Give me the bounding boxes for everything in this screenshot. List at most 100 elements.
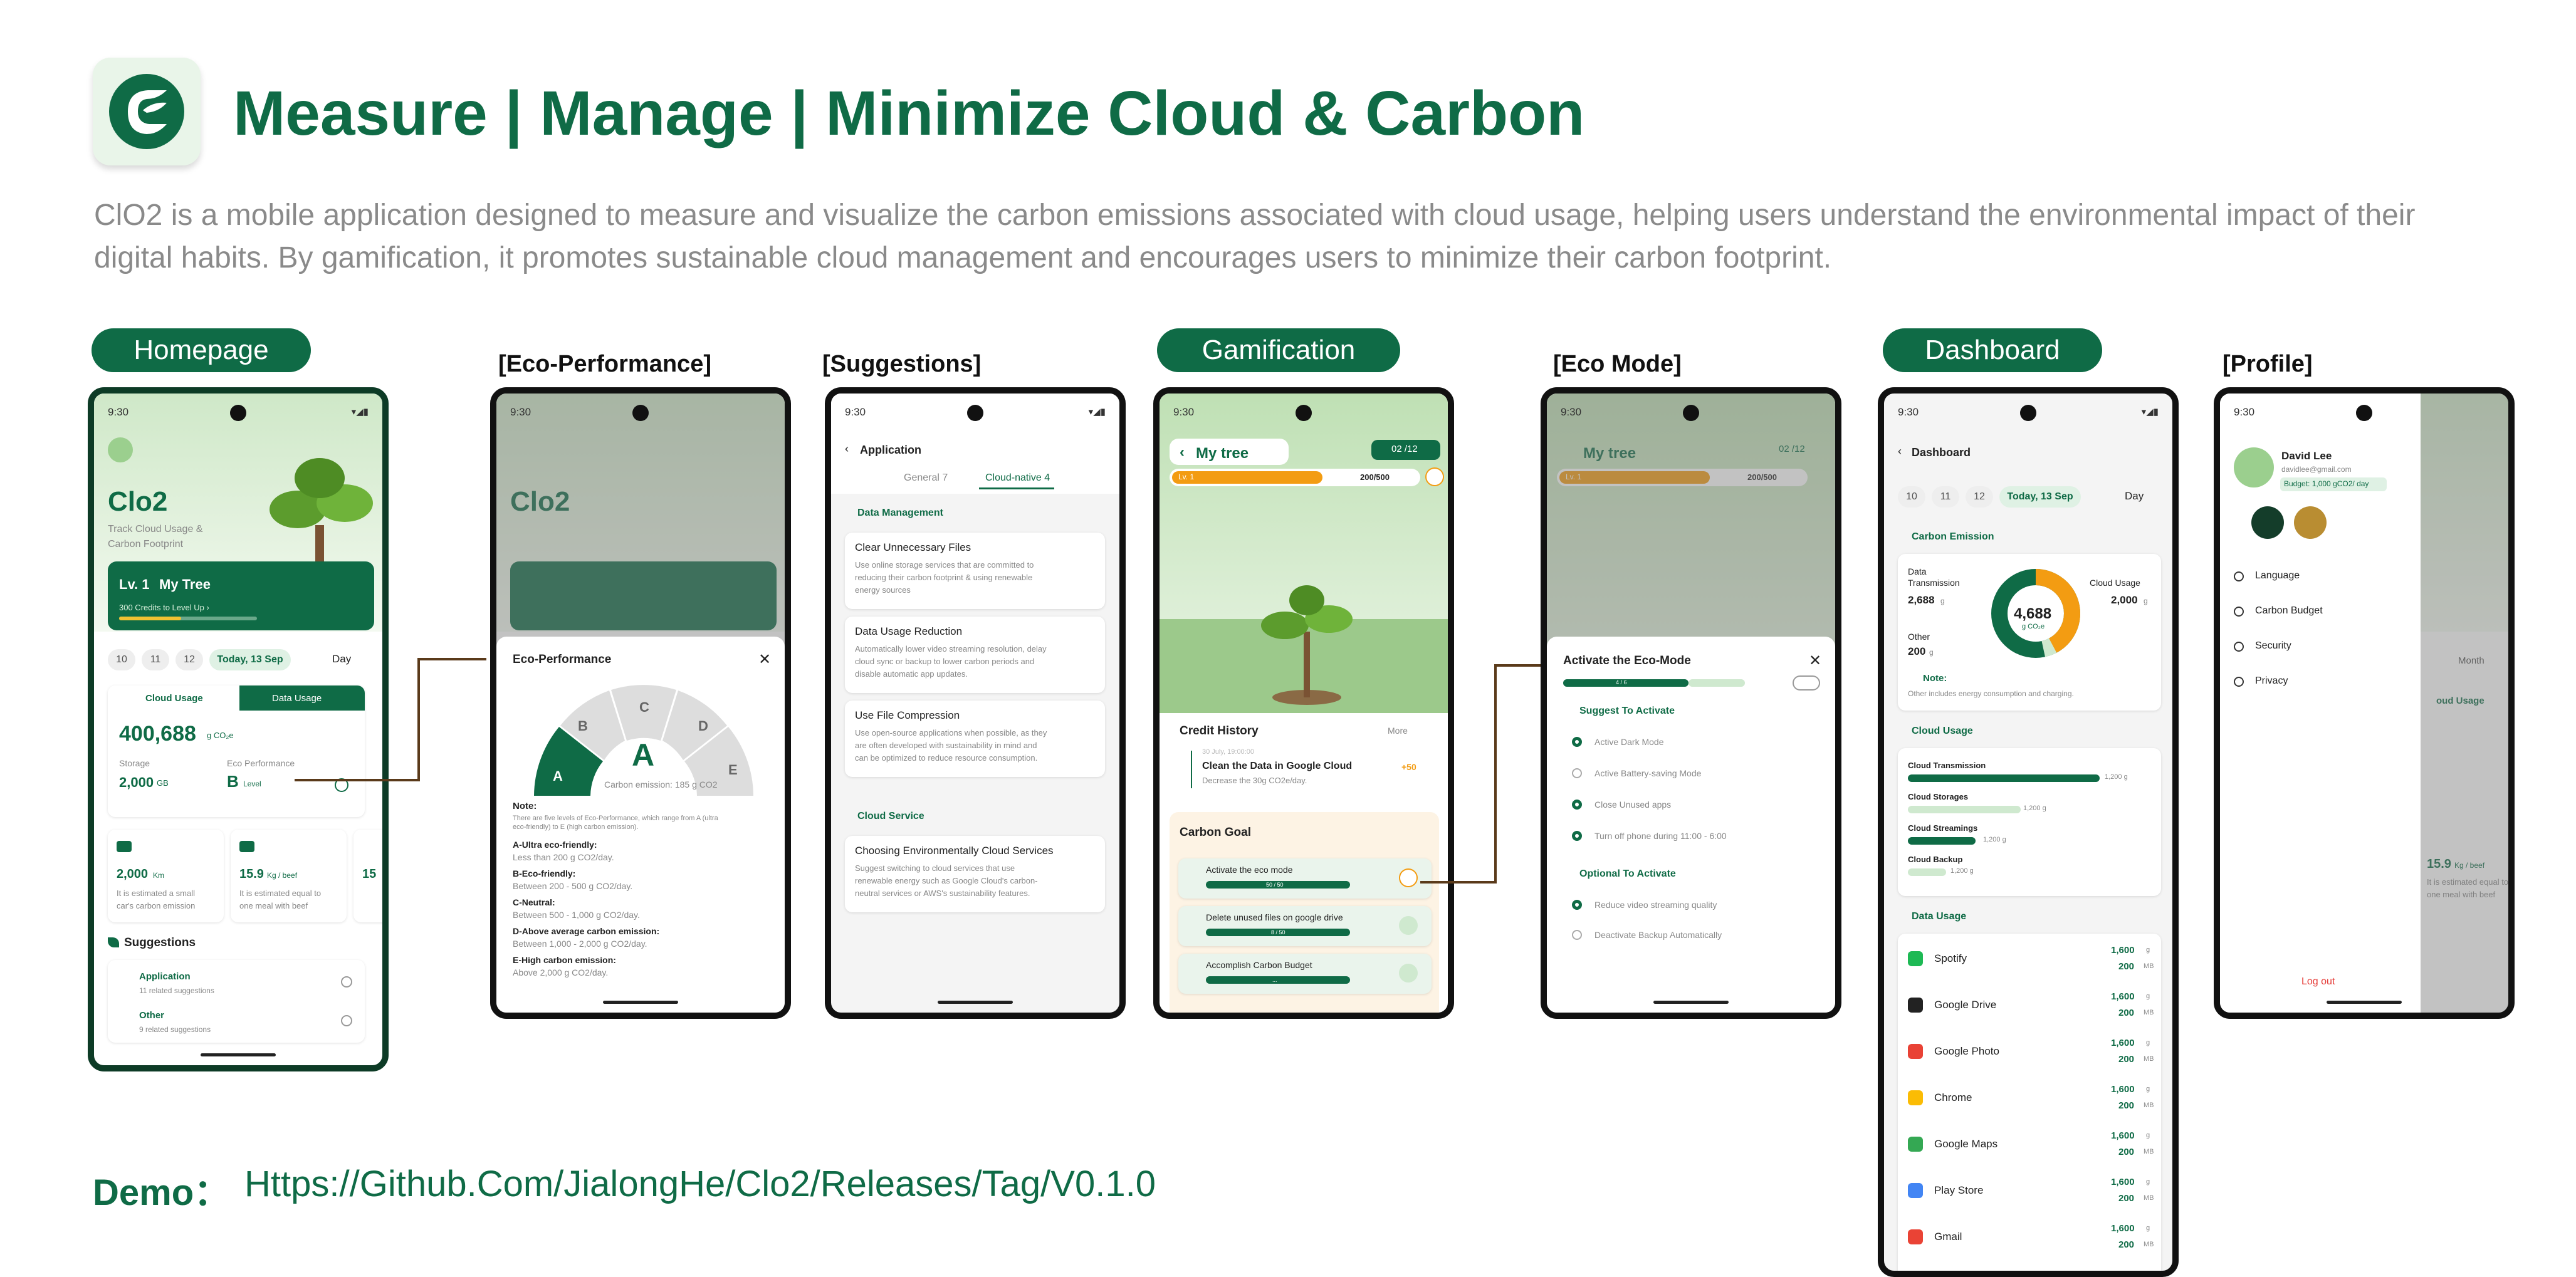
- carbon-goal-title: Carbon Goal: [1180, 826, 1252, 839]
- close-icon[interactable]: ✕: [758, 650, 771, 669]
- tab-cloud-usage[interactable]: Cloud Usage: [145, 693, 203, 704]
- profile-budget: Budget: 1,000 gCO2/ day: [2284, 479, 2369, 488]
- back-button[interactable]: ‹: [845, 442, 849, 456]
- phone-gamification: 9:30 ‹ My tree 02 /12 Lv. 1 200/500 Cred…: [1153, 387, 1454, 1019]
- app-data: 200: [2118, 1054, 2135, 1065]
- radio-checked[interactable]: [1572, 900, 1582, 910]
- back-button[interactable]: ‹: [1180, 444, 1185, 461]
- cloud-row-value: 1,200 g: [1950, 867, 1974, 875]
- level-range: Between 1,000 - 2,000 g CO2/day.: [513, 939, 647, 949]
- app-name[interactable]: Google Maps: [1934, 1138, 1997, 1150]
- carbon-emission-title: Carbon Emission: [1912, 531, 1994, 542]
- period-select[interactable]: Day: [332, 653, 351, 665]
- suggestions-title: Suggestions: [124, 936, 196, 949]
- cloud-row-value: 1,200 g: [2105, 773, 2128, 781]
- tab-cloud-native[interactable]: Cloud-native 4: [985, 472, 1050, 484]
- app-name[interactable]: Play Store: [1934, 1184, 1983, 1197]
- radio[interactable]: [1572, 768, 1582, 778]
- tree-card[interactable]: Lv. 1 My Tree 300 Credits to Level Up ›: [108, 561, 374, 630]
- page-description: ClO2 is a mobile application designed to…: [94, 199, 2416, 274]
- eco-grade[interactable]: B: [227, 772, 239, 791]
- unit: g: [1940, 597, 1945, 605]
- suggestion-card[interactable]: Use File Compression Use open-source app…: [845, 701, 1105, 777]
- eco-mode-sheet: Activate the Eco-Mode ✕ 4 / 6 Suggest To…: [1547, 637, 1835, 1013]
- suggestion-text: disable automatic app updates.: [855, 669, 968, 679]
- app-name[interactable]: Google Photo: [1934, 1045, 1999, 1058]
- cloud-usage-card: Cloud Transmission 1,200 g Cloud Storage…: [1898, 748, 2161, 896]
- date-chip[interactable]: 11: [1932, 486, 1959, 508]
- suggestion-card[interactable]: Clear Unnecessary Files Use online stora…: [845, 533, 1105, 609]
- menu-language[interactable]: Language: [2255, 570, 2300, 581]
- app-carbon: 1,600: [2111, 1177, 2135, 1187]
- app-name[interactable]: Google Drive: [1934, 999, 1996, 1011]
- menu-privacy[interactable]: Privacy: [2255, 675, 2288, 687]
- date-chip[interactable]: 12: [175, 649, 203, 670]
- goal-item[interactable]: Delete unused files on google drive 8 / …: [1178, 906, 1432, 946]
- radio-checked[interactable]: [1572, 737, 1582, 747]
- badge-icon[interactable]: [2251, 506, 2284, 539]
- suggestion-other[interactable]: Other: [139, 1010, 164, 1021]
- date-chip-today[interactable]: Today, 13 Sep: [1999, 486, 2081, 508]
- app-carbon: 1,600: [2111, 1084, 2135, 1095]
- menu-security[interactable]: Security: [2255, 640, 2291, 652]
- tab-data-usage[interactable]: Data Usage: [272, 693, 322, 704]
- radio[interactable]: [1572, 930, 1582, 940]
- emission-unit: g CO₂e: [2022, 623, 2045, 630]
- suggestion-card[interactable]: Data Usage Reduction Automatically lower…: [845, 617, 1105, 693]
- chevron-right-icon[interactable]: [341, 1015, 352, 1026]
- app-name[interactable]: Spotify: [1934, 952, 1967, 965]
- period-select[interactable]: Day: [2125, 490, 2144, 503]
- emission-card: 4,688 g CO₂e Data Transmission 2,688 g C…: [1898, 554, 2161, 711]
- back-button[interactable]: ‹: [1898, 445, 1902, 458]
- date-chip[interactable]: 12: [1966, 486, 1993, 508]
- watering-icon[interactable]: [1425, 467, 1444, 486]
- unit: MB: [2144, 1055, 2154, 1063]
- goal-item[interactable]: Activate the eco mode 50 / 50: [1178, 858, 1432, 899]
- history-item: Clean the Data in Google Cloud: [1202, 761, 1353, 771]
- radio-checked[interactable]: [1572, 831, 1582, 841]
- metric-text: one meal with beef: [239, 901, 308, 910]
- check-icon[interactable]: [1399, 964, 1418, 983]
- section-profile: [Profile]: [2223, 351, 2313, 377]
- chevron-right-icon[interactable]: [341, 976, 352, 988]
- phone-eco-performance: Clo2 9:30 Eco-Performance ✕ A B C D E A …: [490, 387, 791, 1019]
- logout-button[interactable]: Log out: [2301, 976, 2335, 988]
- steps-count: 4 / 6: [1616, 679, 1627, 685]
- close-icon[interactable]: ✕: [1809, 652, 1821, 670]
- date-chip-today[interactable]: Today, 13 Sep: [209, 649, 291, 670]
- suggestion-text: Use open-source applications when possib…: [855, 728, 1047, 738]
- goal-item[interactable]: Accomplish Carbon Budget ...: [1178, 954, 1432, 994]
- suggestion-card[interactable]: Choosing Environmentally Cloud Services …: [845, 836, 1105, 912]
- date-chip[interactable]: 10: [1898, 486, 1925, 508]
- status-icons: ▾◢▮: [351, 407, 369, 417]
- level-range: Less than 200 g CO2/day.: [513, 852, 614, 862]
- note-title: Note:: [1923, 673, 1947, 684]
- demo-link[interactable]: Https://Github.Com/JialongHe/Clo2/Releas…: [244, 1163, 1156, 1205]
- date-chip[interactable]: 11: [142, 649, 169, 670]
- app-name[interactable]: Gmail: [1934, 1231, 1962, 1243]
- phone-suggestions: 9:30 ▾◢▮ ‹ Application General 7 Cloud-n…: [825, 387, 1126, 1019]
- app-icon: [1908, 1137, 1923, 1152]
- status-time: 9:30: [1561, 406, 1582, 418]
- app-name[interactable]: Chrome: [1934, 1092, 1972, 1104]
- more-link[interactable]: More: [1388, 726, 1408, 736]
- other-value: 200: [1908, 645, 1926, 657]
- app-icon: [1908, 998, 1923, 1013]
- suggestion-application[interactable]: Application: [139, 971, 191, 982]
- tab-general[interactable]: General 7: [904, 472, 948, 484]
- check-icon[interactable]: [1399, 916, 1418, 935]
- date-chip[interactable]: 10: [108, 649, 135, 670]
- profile-avatar[interactable]: [2234, 447, 2274, 487]
- menu-carbon-budget[interactable]: Carbon Budget: [2255, 605, 2323, 617]
- goal-count: ...: [1272, 977, 1277, 983]
- eco-mode-toggle[interactable]: [1793, 675, 1820, 691]
- goal-label: Delete unused files on google drive: [1206, 912, 1343, 922]
- leaf-icon: [108, 937, 119, 947]
- unit: MB: [2144, 1009, 2154, 1016]
- radio-checked[interactable]: [1572, 800, 1582, 810]
- tree-counter[interactable]: 02 /12: [1391, 444, 1418, 454]
- avatar[interactable]: [108, 437, 133, 462]
- tree-label: My Tree: [159, 576, 211, 592]
- badge-icon[interactable]: [2294, 506, 2327, 539]
- claim-icon[interactable]: [1399, 868, 1418, 887]
